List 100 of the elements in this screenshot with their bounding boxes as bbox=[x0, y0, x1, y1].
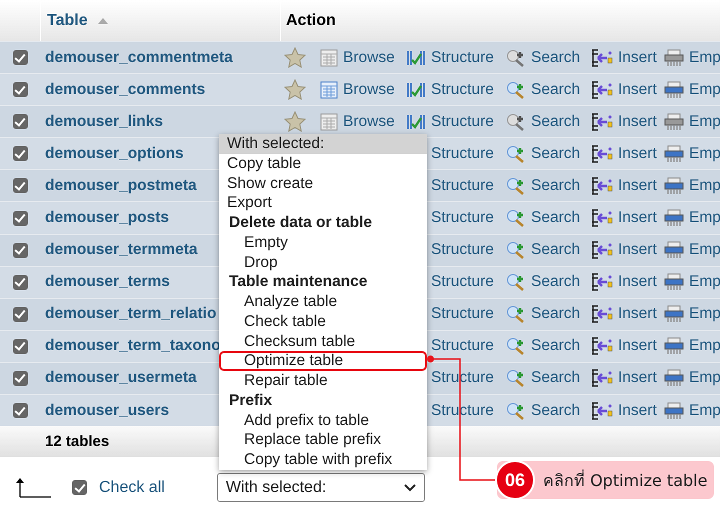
table-icon bbox=[320, 112, 338, 131]
star-icon[interactable] bbox=[284, 79, 306, 100]
checkbox[interactable] bbox=[12, 82, 28, 98]
search-link[interactable]: Search bbox=[506, 369, 591, 388]
column-header[interactable]: Table bbox=[47, 12, 88, 30]
arrow-up-left-icon bbox=[16, 478, 52, 498]
menu-option[interactable]: Copy table bbox=[219, 154, 427, 174]
empty-link[interactable]: Emp bbox=[664, 176, 720, 195]
search-link[interactable]: Search bbox=[506, 79, 591, 100]
empty-link[interactable]: Emp bbox=[664, 337, 720, 356]
table-icon bbox=[320, 80, 338, 99]
menu-option[interactable]: Check table bbox=[219, 312, 427, 332]
insert-icon bbox=[591, 337, 613, 356]
table-name-link[interactable]: demouser_links bbox=[40, 112, 280, 131]
search-link[interactable]: Search bbox=[506, 176, 591, 195]
browse-link[interactable]: Browse bbox=[320, 79, 406, 100]
insert-link[interactable]: Insert bbox=[591, 176, 664, 195]
menu-option[interactable]: Drop bbox=[219, 252, 427, 272]
search-icon bbox=[506, 209, 526, 228]
search-icon bbox=[506, 112, 526, 131]
menu-option[interactable]: Replace table prefix bbox=[219, 430, 427, 450]
search-link[interactable]: Search bbox=[506, 273, 591, 292]
menu-option[interactable]: Add prefix to table bbox=[219, 410, 427, 430]
checkbox[interactable] bbox=[12, 242, 28, 258]
insert-link[interactable]: Insert bbox=[591, 369, 664, 388]
option-group-label: Table maintenance bbox=[228, 272, 368, 292]
highlighted-menu-option[interactable]: Optimize table bbox=[219, 351, 427, 371]
search-link[interactable]: Search bbox=[506, 144, 591, 163]
search-icon bbox=[506, 176, 526, 195]
empty-link[interactable]: Emp bbox=[664, 144, 720, 163]
shredder-icon bbox=[664, 337, 684, 356]
search-icon bbox=[506, 305, 526, 324]
insert-icon bbox=[591, 48, 613, 67]
option-group-label: Prefix bbox=[228, 390, 274, 410]
empty-link[interactable]: Emp bbox=[664, 305, 720, 324]
bulk-action-select[interactable]: With selected: bbox=[216, 473, 425, 502]
search-icon bbox=[506, 48, 526, 67]
insert-link[interactable]: Insert bbox=[591, 144, 664, 163]
insert-link[interactable]: Insert bbox=[591, 79, 664, 100]
star-icon[interactable] bbox=[284, 111, 306, 132]
structure-link[interactable]: Structure bbox=[406, 79, 506, 100]
search-icon bbox=[506, 337, 526, 356]
menu-option[interactable]: Analyze table bbox=[219, 292, 427, 312]
empty-link[interactable]: Emp bbox=[664, 369, 720, 388]
checkbox[interactable] bbox=[12, 274, 28, 290]
insert-link[interactable]: Insert bbox=[591, 305, 664, 324]
insert-link[interactable]: Insert bbox=[591, 273, 664, 292]
menu-option[interactable]: Checksum table bbox=[219, 332, 427, 352]
search-link[interactable]: Search bbox=[506, 241, 591, 260]
search-link[interactable]: Search bbox=[506, 209, 591, 228]
checkbox[interactable] bbox=[12, 50, 28, 66]
insert-link[interactable]: Insert bbox=[591, 337, 664, 356]
insert-icon bbox=[591, 369, 613, 388]
insert-link[interactable]: Insert bbox=[591, 209, 664, 228]
shredder-icon bbox=[664, 176, 684, 195]
insert-icon bbox=[591, 112, 613, 131]
empty-link[interactable]: Emp bbox=[664, 402, 720, 420]
search-link[interactable]: Search bbox=[506, 305, 591, 324]
step-number: 06 bbox=[495, 460, 535, 500]
search-link[interactable]: Search bbox=[506, 337, 591, 356]
menu-option[interactable]: Copy table with prefix bbox=[219, 450, 427, 470]
insert-icon bbox=[591, 305, 613, 324]
insert-icon bbox=[591, 176, 613, 195]
structure-icon bbox=[406, 48, 426, 67]
structure-icon bbox=[406, 80, 426, 99]
checkbox[interactable] bbox=[12, 370, 28, 386]
search-link[interactable]: Search bbox=[506, 402, 591, 420]
menu-option[interactable]: Show create bbox=[219, 174, 427, 194]
search-icon bbox=[506, 144, 526, 163]
checkbox[interactable] bbox=[12, 146, 28, 162]
insert-link[interactable]: Insert bbox=[591, 111, 664, 132]
empty-link[interactable]: Emp bbox=[664, 241, 720, 260]
structure-link[interactable]: Structure bbox=[406, 47, 506, 68]
checkbox[interactable] bbox=[12, 306, 28, 322]
star-icon[interactable] bbox=[284, 47, 306, 68]
table-name-link[interactable]: demouser_comments bbox=[40, 80, 280, 99]
structure-link[interactable]: Structure bbox=[406, 111, 506, 132]
empty-link[interactable]: Emp bbox=[664, 273, 720, 292]
checkbox[interactable] bbox=[12, 338, 28, 354]
checkbox[interactable] bbox=[12, 210, 28, 226]
shredder-icon bbox=[664, 112, 684, 131]
checkbox[interactable] bbox=[12, 403, 28, 418]
check-all-link[interactable]: Check all bbox=[72, 478, 165, 497]
menu-option[interactable]: Export bbox=[219, 193, 427, 213]
checkbox[interactable] bbox=[12, 114, 28, 130]
insert-link[interactable]: Insert bbox=[591, 402, 664, 420]
insert-icon bbox=[591, 402, 613, 420]
menu-option[interactable]: Empty bbox=[219, 232, 427, 252]
option-group-label: Delete data or table bbox=[228, 213, 373, 233]
menu-option[interactable]: With selected: bbox=[219, 134, 427, 154]
empty-link[interactable]: Emp bbox=[664, 79, 720, 100]
shredder-icon bbox=[664, 305, 684, 324]
insert-link[interactable]: Insert bbox=[591, 47, 664, 68]
checkbox[interactable] bbox=[12, 178, 28, 194]
shredder-icon bbox=[664, 144, 684, 163]
table-name-link[interactable]: demouser_commentmeta bbox=[40, 48, 280, 67]
empty-link[interactable]: Emp bbox=[664, 209, 720, 228]
check-all-checkbox[interactable] bbox=[72, 480, 87, 496]
menu-option[interactable]: Repair table bbox=[219, 371, 427, 391]
insert-link[interactable]: Insert bbox=[591, 241, 664, 260]
